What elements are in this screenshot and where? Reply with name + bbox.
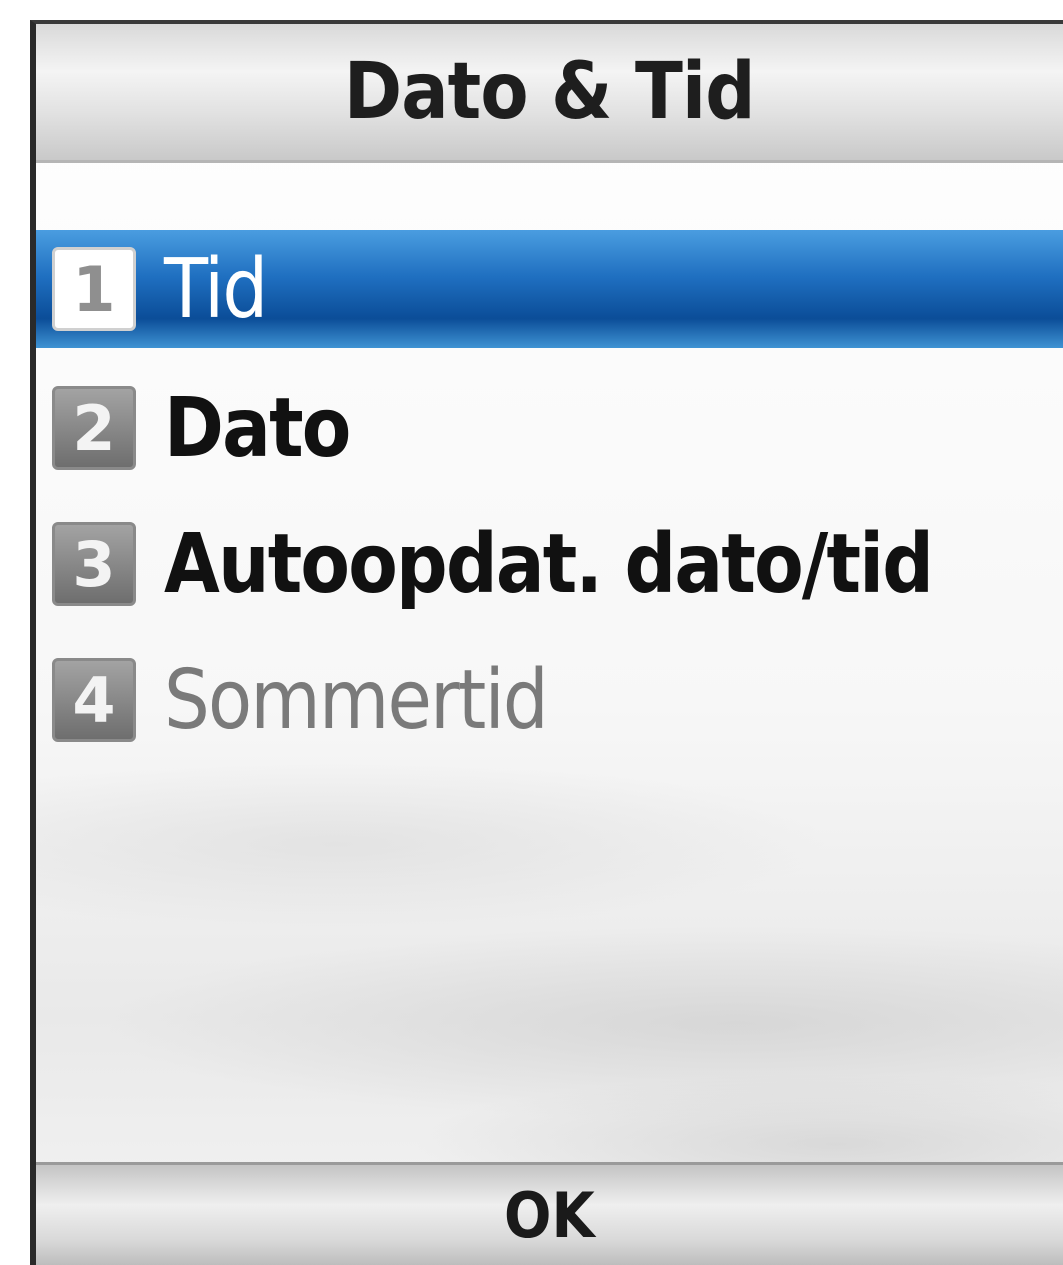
page-title: Dato & Tid — [344, 47, 756, 137]
menu-item-autoopdat[interactable]: 3 Autoopdat. dato/tid — [36, 496, 1063, 632]
number-badge-2: 2 — [52, 386, 136, 470]
number-badge-4: 4 — [52, 658, 136, 742]
menu-item-sommertid[interactable]: 4 Sommertid — [36, 632, 1063, 768]
number-badge-1: 1 — [52, 247, 136, 331]
number-badge-3: 3 — [52, 522, 136, 606]
menu-list: 1 Tid 2 Dato 3 Autoopdat. dato/tid 4 Som… — [36, 230, 1063, 768]
softkey-bar: OK — [36, 1162, 1063, 1265]
menu-item-tid[interactable]: 1 Tid — [36, 230, 1063, 348]
ok-softkey[interactable]: OK — [504, 1179, 595, 1252]
title-bar: Dato & Tid — [36, 24, 1063, 163]
menu-item-dato[interactable]: 2 Dato — [36, 360, 1063, 496]
phone-screen: Dato & Tid 1 Tid 2 Dato 3 Autoopdat. dat… — [30, 20, 1063, 1265]
menu-item-label: Tid — [164, 241, 268, 337]
menu-item-label: Dato — [164, 380, 351, 476]
menu-item-label: Autoopdat. dato/tid — [164, 516, 934, 612]
menu-item-label: Sommertid — [164, 652, 549, 748]
